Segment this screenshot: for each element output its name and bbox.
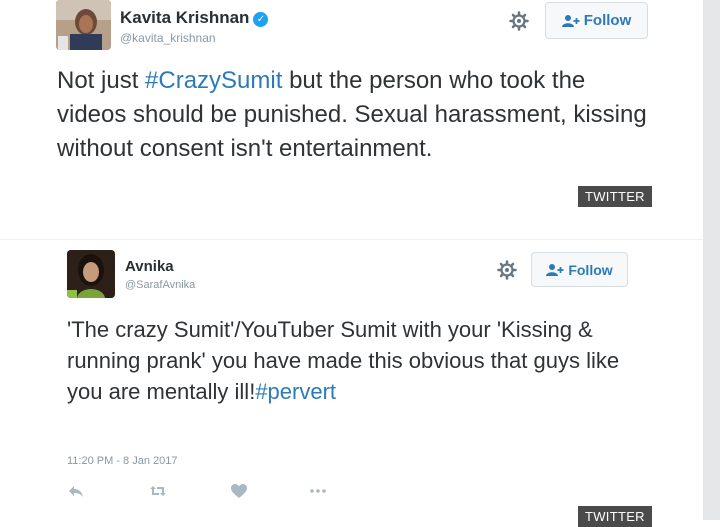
avatar[interactable] [56,0,111,50]
like-icon[interactable] [230,483,248,499]
hashtag-link[interactable]: #CrazySumit [145,67,282,94]
tweet-text: 'The crazy Sumit'/YouTuber Sumit with yo… [67,317,620,404]
gear-icon[interactable] [497,260,517,280]
follow-person-icon [561,14,580,28]
retweet-icon[interactable] [149,483,167,499]
timestamp[interactable]: 11:20 PM - 8 Jan 2017 [67,455,177,467]
tweet-text: Not just #CrazySumit but the person who … [57,67,647,162]
source-badge: TWITTER [578,506,652,527]
follow-button[interactable]: Follow [545,2,648,39]
handle[interactable]: @SarafAvnika [125,279,195,291]
tweet-card-avnika: Avnika @SarafAvnika Follow 'The crazy Su… [0,240,703,527]
tweet-card-kavita: Kavita Krishnan ✓ @kavita_krishnan Follow… [0,0,703,240]
tweet-actions [67,483,347,503]
source-badge: TWITTER [578,186,652,207]
verified-icon: ✓ [253,12,269,27]
hashtag-link[interactable]: #pervert [255,379,336,404]
reply-icon[interactable] [67,483,85,499]
display-name[interactable]: Kavita Krishnan ✓ [120,8,269,28]
handle[interactable]: @kavita_krishnan [120,31,216,45]
follow-button[interactable]: Follow [531,252,628,287]
avatar[interactable] [67,250,115,298]
right-gutter [703,0,720,520]
more-icon[interactable] [309,483,327,499]
display-name[interactable]: Avnika [125,258,174,275]
follow-person-icon [546,263,564,277]
gear-icon[interactable] [509,11,529,31]
